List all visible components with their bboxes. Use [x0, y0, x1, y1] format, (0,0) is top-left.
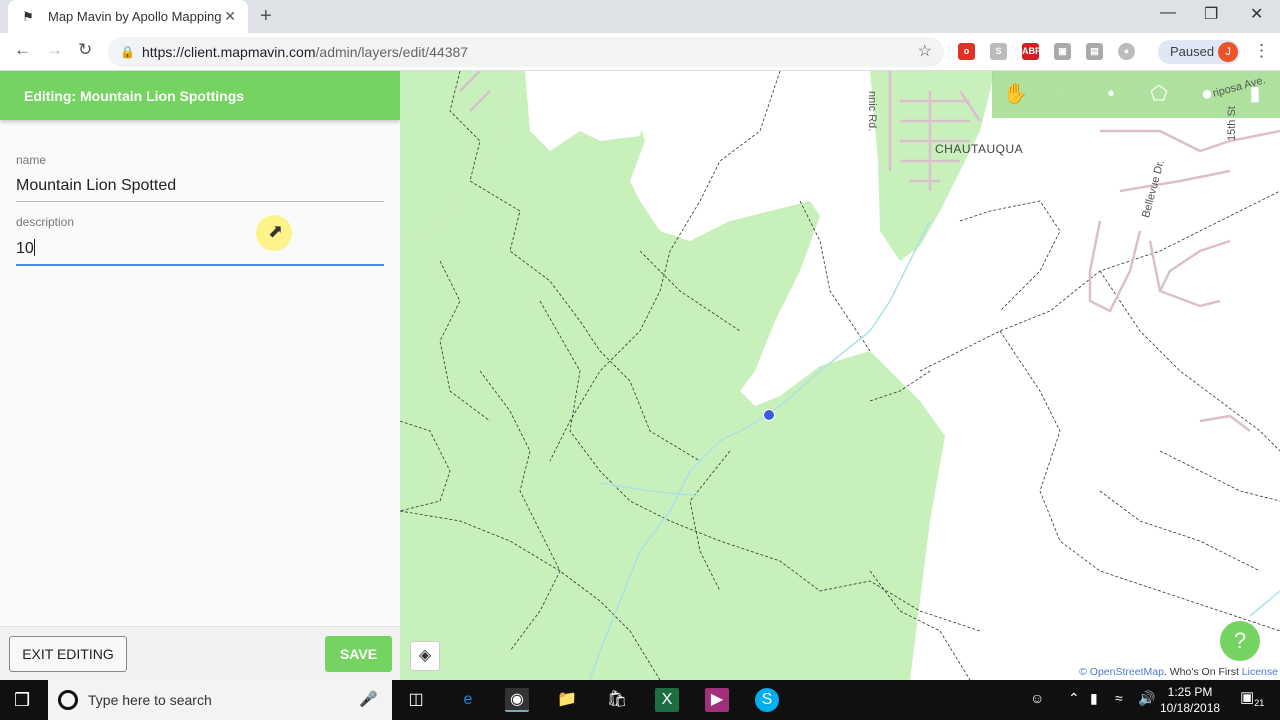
minimize-icon[interactable]: —	[1160, 4, 1176, 22]
favicon-icon: ⚑	[22, 8, 34, 24]
menu-icon[interactable]: ⋮	[1253, 41, 1270, 61]
map-label-chautauqua: CHAUTAUQUA	[935, 142, 1024, 156]
extension-icon[interactable]: ▣	[1054, 43, 1071, 60]
skype-extension-icon[interactable]: S	[990, 43, 1007, 60]
license-link[interactable]: License	[1242, 666, 1278, 678]
skype-icon[interactable]: S	[755, 688, 779, 712]
people-icon[interactable]: ☺	[1030, 690, 1044, 706]
taskbar: ❒ Type here to search 🎤 ◫ e ◉ 📁 🛍 X ▶ S …	[0, 680, 1280, 720]
taskbar-search[interactable]: Type here to search 🎤	[48, 680, 392, 720]
show-hidden-icons[interactable]: ⌃	[1068, 690, 1080, 707]
extension-icon[interactable]: o	[958, 43, 975, 60]
map-canvas[interactable]: ✋ ☜ •—• ⬠ ● ▮ CHAUTAUQUA nnic Rd. Bellev…	[400, 71, 1280, 680]
file-explorer-icon[interactable]: 📁	[555, 688, 579, 712]
url-host: https://client.mapmavin.com	[142, 44, 316, 60]
forward-icon[interactable]: →	[46, 40, 63, 60]
browser-titlebar: ⚑ Map Mavin by Apollo Mapping ✕ + — ❐ ✕	[0, 0, 1280, 33]
extension-icon[interactable]: ●	[1118, 43, 1135, 60]
system-clock[interactable]: 1:25 PM 10/18/2018	[1160, 684, 1220, 716]
wifi-icon[interactable]: ≈	[1115, 690, 1123, 706]
map-tiles	[400, 71, 1280, 680]
panel-title: Editing: Mountain Lion Spottings	[0, 71, 400, 120]
battery-icon[interactable]: ▮	[1090, 690, 1098, 707]
search-placeholder: Type here to search	[88, 692, 212, 708]
url-path: /admin/layers/edit/44387	[315, 44, 469, 60]
task-view-icon[interactable]: ◫	[404, 688, 428, 712]
close-tab-icon[interactable]: ✕	[224, 8, 236, 25]
layers-icon[interactable]: ◈	[410, 641, 440, 671]
select-hand-icon[interactable]: ☜	[1051, 82, 1075, 106]
help-icon[interactable]: ?	[1220, 621, 1260, 661]
chrome-icon[interactable]: ◉	[505, 688, 529, 712]
wof-text: Who's On First	[1169, 666, 1239, 678]
pan-hand-icon[interactable]: ✋	[1003, 82, 1028, 106]
browser-toolbar: ← → ↻ 🔒 https://client.mapmavin.com/admi…	[0, 33, 1280, 71]
description-input[interactable]: 10	[16, 239, 384, 266]
save-button[interactable]: SAVE	[325, 636, 392, 672]
presentation-app-icon[interactable]: ▶	[705, 688, 729, 712]
clock-time: 1:25 PM	[1167, 685, 1213, 699]
clock-date: 10/18/2018	[1160, 701, 1221, 715]
store-icon[interactable]: 🛍	[605, 688, 629, 712]
notification-count: 21	[1254, 698, 1265, 708]
description-value: 10	[16, 240, 34, 257]
osm-link[interactable]: © OpenStreetMap	[1079, 666, 1164, 678]
edge-icon[interactable]: e	[456, 688, 480, 712]
back-icon[interactable]: ←	[14, 40, 31, 60]
edit-panel: Editing: Mountain Lion Spottings name Mo…	[0, 71, 400, 680]
name-field[interactable]: name Mountain Lion Spotted	[16, 153, 384, 202]
name-input[interactable]: Mountain Lion Spotted	[16, 177, 384, 202]
volume-icon[interactable]: 🔊	[1138, 690, 1155, 707]
profile-button[interactable]: Paused J	[1158, 40, 1241, 64]
restore-icon[interactable]: ❐	[1204, 4, 1218, 24]
bookmark-star-icon[interactable]: ☆	[918, 37, 932, 67]
map-label-road: nnic Rd.	[866, 91, 878, 132]
cortana-icon	[58, 690, 78, 710]
browser-tab[interactable]: ⚑ Map Mavin by Apollo Mapping ✕	[8, 0, 248, 33]
avatar: J	[1218, 42, 1239, 62]
close-window-icon[interactable]: ✕	[1250, 4, 1263, 24]
reload-icon[interactable]: ↻	[78, 40, 92, 60]
panel-footer: EXIT EDITING SAVE	[0, 626, 400, 680]
map-attribution: © OpenStreetMap. Who's On First License	[1077, 666, 1280, 678]
adblock-icon[interactable]: ABP	[1022, 43, 1041, 60]
tab-title: Map Mavin by Apollo Mapping	[48, 9, 222, 24]
lock-icon: 🔒	[120, 45, 135, 59]
profile-status: Paused	[1170, 44, 1215, 59]
draw-line-icon[interactable]: •—•	[1099, 82, 1123, 153]
field-label: name	[16, 153, 47, 167]
windows-start-icon[interactable]: ❒	[14, 690, 30, 711]
text-caret	[33, 239, 35, 256]
address-bar[interactable]: 🔒 https://client.mapmavin.com/admin/laye…	[108, 37, 944, 67]
new-tab-icon[interactable]: +	[260, 5, 272, 28]
field-label: description	[16, 215, 75, 229]
extension-icon[interactable]: ▤	[1086, 43, 1103, 60]
map-point-marker[interactable]	[763, 409, 775, 421]
exit-editing-button[interactable]: EXIT EDITING	[9, 636, 127, 672]
map-label-15th: 15th St	[1226, 106, 1238, 141]
mouse-pointer-icon: ⬈	[268, 221, 284, 241]
notification-center-icon[interactable]: ▣21	[1240, 688, 1264, 708]
description-field[interactable]: description 10	[16, 215, 384, 266]
microphone-icon[interactable]: 🎤	[359, 690, 378, 708]
excel-icon[interactable]: X	[655, 688, 679, 712]
draw-polygon-icon[interactable]: ⬠	[1147, 82, 1171, 106]
